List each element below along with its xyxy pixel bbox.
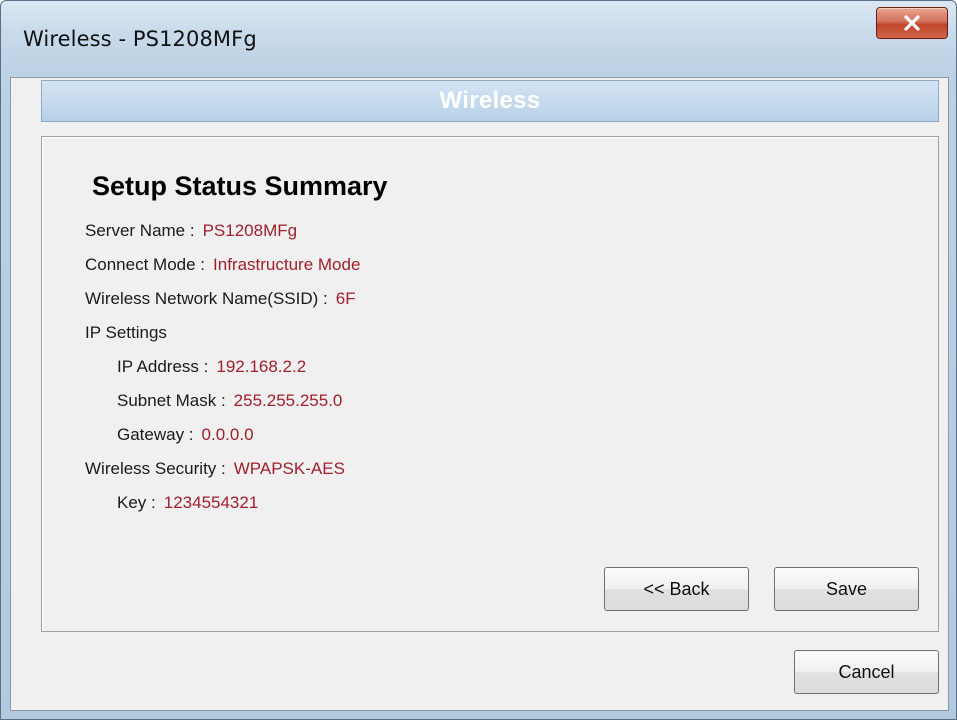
ssid-row: Wireless Network Name(SSID) : 6F xyxy=(85,289,356,309)
ip-address-label: IP Address : xyxy=(117,357,209,376)
wireless-security-row: Wireless Security : WPAPSK-AES xyxy=(85,459,345,479)
ssid-value: 6F xyxy=(335,289,356,308)
ip-address-value: 192.168.2.2 xyxy=(216,357,307,376)
gateway-row: Gateway : 0.0.0.0 xyxy=(117,425,254,445)
key-label: Key : xyxy=(117,493,156,512)
gateway-value: 0.0.0.0 xyxy=(201,425,254,444)
save-button[interactable]: Save xyxy=(774,567,919,611)
connect-mode-row: Connect Mode : Infrastructure Mode xyxy=(85,255,360,275)
key-row: Key : 1234554321 xyxy=(117,493,258,513)
wireless-security-value: WPAPSK-AES xyxy=(233,459,345,478)
connect-mode-label: Connect Mode : xyxy=(85,255,206,274)
server-name-label: Server Name : xyxy=(85,221,195,240)
server-name-value: PS1208MFg xyxy=(202,221,298,240)
dialog-window: Wireless - PS1208MFg Wireless Setup Stat… xyxy=(0,0,957,720)
banner-title: Wireless xyxy=(439,87,541,114)
back-button[interactable]: << Back xyxy=(604,567,749,611)
server-name-row: Server Name : PS1208MFg xyxy=(85,221,297,241)
key-value: 1234554321 xyxy=(163,493,259,512)
cancel-button[interactable]: Cancel xyxy=(794,650,939,694)
subnet-mask-row: Subnet Mask : 255.255.255.0 xyxy=(117,391,342,411)
title-bar[interactable]: Wireless - PS1208MFg xyxy=(1,1,956,77)
connect-mode-value: Infrastructure Mode xyxy=(213,255,361,274)
close-icon xyxy=(903,15,921,31)
ip-address-row: IP Address : 192.168.2.2 xyxy=(117,357,306,377)
gateway-label: Gateway : xyxy=(117,425,194,444)
subnet-mask-label: Subnet Mask : xyxy=(117,391,226,410)
window-title: Wireless - PS1208MFg xyxy=(23,27,257,51)
wireless-security-label: Wireless Security : xyxy=(85,459,226,478)
ip-settings-heading: IP Settings xyxy=(85,323,167,343)
section-banner: Wireless xyxy=(41,80,939,122)
summary-heading: Setup Status Summary xyxy=(92,171,388,201)
ip-settings-label: IP Settings xyxy=(85,323,167,342)
subnet-mask-value: 255.255.255.0 xyxy=(233,391,343,410)
ssid-label: Wireless Network Name(SSID) : xyxy=(85,289,328,308)
summary-panel: Setup Status Summary Server Name : PS1208… xyxy=(41,136,939,632)
close-button[interactable] xyxy=(876,7,948,39)
client-area: Wireless Setup Status Summary Server Nam… xyxy=(10,77,949,711)
